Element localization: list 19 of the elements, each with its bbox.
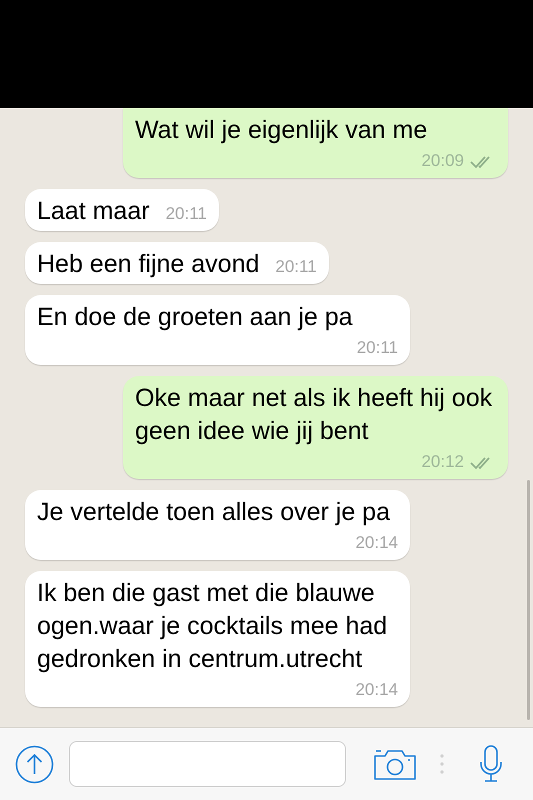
- message-time: 20:11: [166, 203, 207, 225]
- more-dots-icon: [440, 754, 444, 774]
- microphone-icon[interactable]: [479, 745, 503, 783]
- upload-icon[interactable]: [15, 744, 54, 784]
- camera-icon[interactable]: [373, 748, 417, 780]
- message-text: Je vertelde toen alles over je pa: [37, 497, 390, 528]
- message-input-field[interactable]: [69, 741, 346, 787]
- message-text: Wat wil je eigenlijk van me: [135, 115, 428, 146]
- message-time: 20:09: [421, 150, 464, 172]
- message-time: 20:11: [356, 337, 398, 359]
- message-text: En doe de groeten aan je pa: [37, 302, 353, 333]
- message-time: 20:11: [275, 256, 317, 278]
- message-text: Ik ben die gast met die blauwe ogen.waar je cocktails mee had gedronken in centrum.utrecht: [37, 578, 388, 675]
- message-text: Laat maar: [37, 196, 150, 227]
- message-time: 20:14: [355, 679, 398, 701]
- message-time: 20:12: [421, 451, 464, 473]
- message-text: Oke maar net als ik heeft hij ook geen idee wie jij bent: [135, 383, 494, 447]
- message-text: Heb een fijne avond: [37, 249, 260, 280]
- message-time: 20:14: [355, 532, 398, 554]
